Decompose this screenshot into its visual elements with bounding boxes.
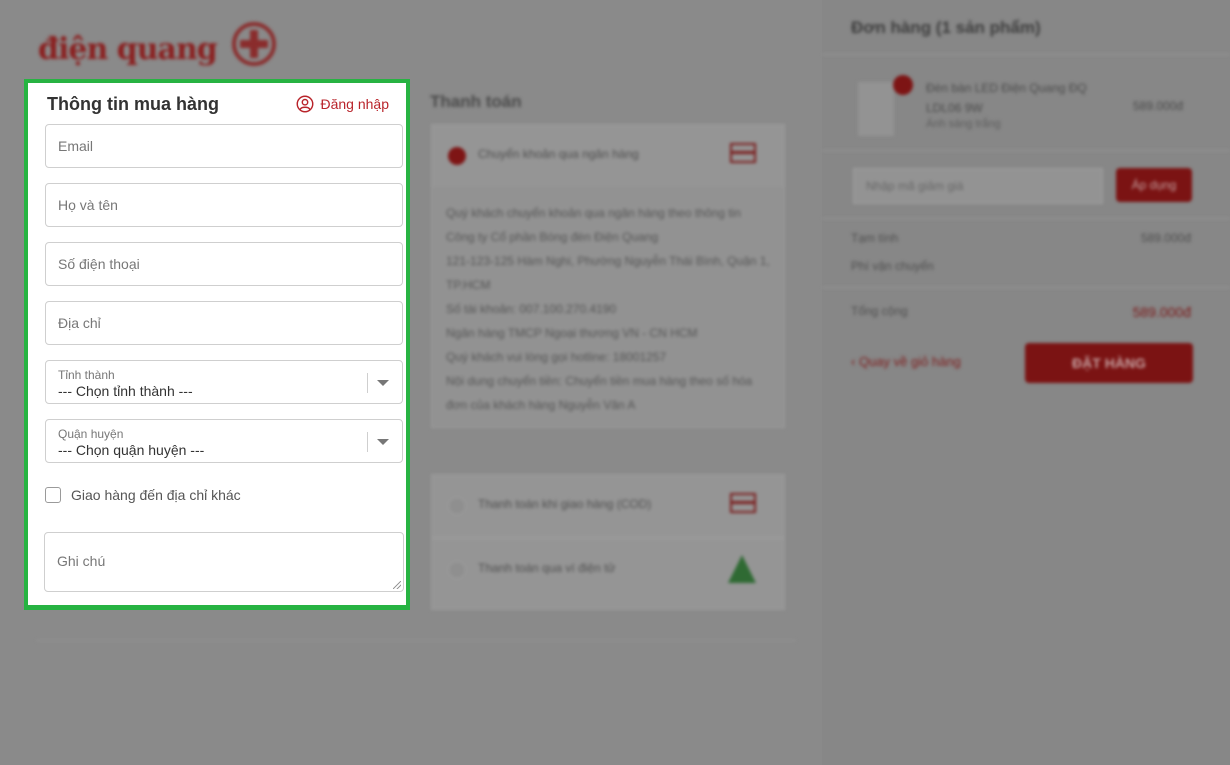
apply-coupon-button[interactable]: Áp dụng: [1116, 168, 1192, 202]
subtotal-label: Tạm tính: [851, 231, 899, 245]
province-select[interactable]: Tỉnh thành --- Chọn tỉnh thành ---: [45, 360, 403, 404]
user-icon: [297, 95, 314, 113]
district-select[interactable]: Quận huyện --- Chọn quận huyện ---: [45, 419, 403, 463]
bank-detail-line: Nội dung chuyển tiền: Chuyển tiền mua hà…: [446, 374, 753, 412]
ship-other-address-option[interactable]: Giao hàng đến địa chỉ khác: [45, 487, 241, 503]
address-field[interactable]: Địa chỉ: [45, 301, 403, 345]
payment-option-label: Thanh toán qua ví điện tử: [478, 561, 616, 575]
total-row: Tổng cộng 589.000đ: [851, 304, 1191, 320]
chevron-down-icon[interactable]: [377, 439, 389, 445]
phone-field[interactable]: Số điện thoại: [45, 242, 403, 286]
email-placeholder: Email: [58, 138, 94, 154]
card-icon: [730, 493, 756, 513]
province-label: Tỉnh thành: [58, 368, 115, 382]
brand-logo-text: điện quang: [38, 32, 218, 67]
login-link[interactable]: Đăng nhập: [296, 95, 389, 113]
divider: [822, 150, 1230, 151]
divider: [822, 54, 1230, 55]
buyer-info-form: Thông tin mua hàng Đăng nhập Email Họ và…: [24, 79, 410, 610]
total-label: Tổng cộng: [851, 304, 908, 318]
full-name-placeholder: Họ và tên: [58, 197, 118, 213]
payment-title: Thanh toán: [430, 92, 522, 111]
bank-detail-line: Công ty Cổ phần Bóng đèn Điện Quang: [446, 230, 659, 244]
form-title: Thông tin mua hàng: [47, 94, 219, 114]
login-label: Đăng nhập: [320, 96, 389, 112]
divider: [822, 287, 1230, 288]
place-order-button[interactable]: ĐẶT HÀNG: [1025, 343, 1193, 383]
province-value: --- Chọn tỉnh thành ---: [58, 383, 193, 399]
product-price: 589.000đ: [1133, 99, 1184, 113]
radio-selected-icon[interactable]: [448, 147, 466, 165]
bank-detail-line: Ngân hàng TMCP Ngoại thương VN - CN HCM: [446, 326, 698, 340]
payment-option-cod[interactable]: Thanh toán khi giao hàng (COD): [431, 474, 785, 538]
subtotal-row: Tạm tính 589.000đ: [851, 231, 1191, 245]
coupon-input[interactable]: Nhập mã giảm giá: [853, 168, 1103, 204]
back-to-cart-link[interactable]: ‹ Quay về giỏ hàng: [851, 354, 961, 369]
product-variant: Ánh sáng trắng: [926, 118, 1001, 130]
resize-handle-icon[interactable]: [393, 581, 401, 589]
brand-logo-mark-icon: [232, 22, 276, 66]
radio-unselected-icon[interactable]: [448, 497, 466, 515]
select-separator: [367, 373, 368, 393]
payment-option-bank[interactable]: Chuyển khoản qua ngân hàng Quý khách chu…: [431, 124, 785, 428]
bank-transfer-details: Quý khách chuyển khoản qua ngân hàng the…: [432, 187, 784, 427]
payment-option-label: Chuyển khoản qua ngân hàng: [478, 147, 639, 161]
address-placeholder: Địa chỉ: [58, 315, 101, 331]
ship-other-address-checkbox[interactable]: [45, 487, 61, 503]
phone-placeholder: Số điện thoại: [58, 256, 140, 272]
select-separator: [367, 432, 368, 452]
district-value: --- Chọn quận huyện ---: [58, 442, 205, 458]
bank-detail-line: Quý khách vui lòng gọi hotline: 18001257: [446, 350, 667, 364]
full-name-field[interactable]: Họ và tên: [45, 183, 403, 227]
order-summary-title: Đơn hàng (1 sản phẩm): [851, 18, 1041, 37]
shipping-row: Phí vận chuyển: [851, 259, 1191, 273]
divider: [36, 640, 796, 641]
note-textarea[interactable]: Ghi chú: [44, 532, 404, 592]
brand-logo[interactable]: điện quang: [36, 22, 286, 72]
payment-option-label: Thanh toán khi giao hàng (COD): [478, 497, 652, 511]
bank-detail-line: 121-123-125 Hàm Nghi, Phường Nguyễn Thái…: [446, 254, 770, 292]
card-icon: [730, 143, 756, 163]
bank-detail-line: Quý khách chuyển khoản qua ngân hàng the…: [446, 206, 741, 220]
district-label: Quận huyện: [58, 427, 124, 441]
note-placeholder: Ghi chú: [57, 553, 106, 569]
ship-other-address-label: Giao hàng đến địa chỉ khác: [71, 487, 241, 503]
total-value: 589.000đ: [1132, 304, 1191, 320]
radio-unselected-icon[interactable]: [448, 561, 466, 579]
payment-option-wallet[interactable]: Thanh toán qua ví điện tử: [431, 538, 785, 610]
shipping-label: Phí vận chuyển: [851, 259, 934, 273]
wallet-icon: [728, 555, 756, 583]
product-thumbnail: [858, 82, 894, 136]
product-quantity-badge: [893, 75, 913, 95]
subtotal-value: 589.000đ: [1140, 231, 1191, 245]
chevron-down-icon[interactable]: [377, 380, 389, 386]
bank-detail-line: Số tài khoản: 007.100.270.4190: [446, 302, 617, 316]
email-field[interactable]: Email: [45, 124, 403, 168]
divider: [822, 218, 1230, 219]
product-name: Đèn bàn LED Điện Quang ĐQ LDL06 9W: [926, 81, 1087, 115]
